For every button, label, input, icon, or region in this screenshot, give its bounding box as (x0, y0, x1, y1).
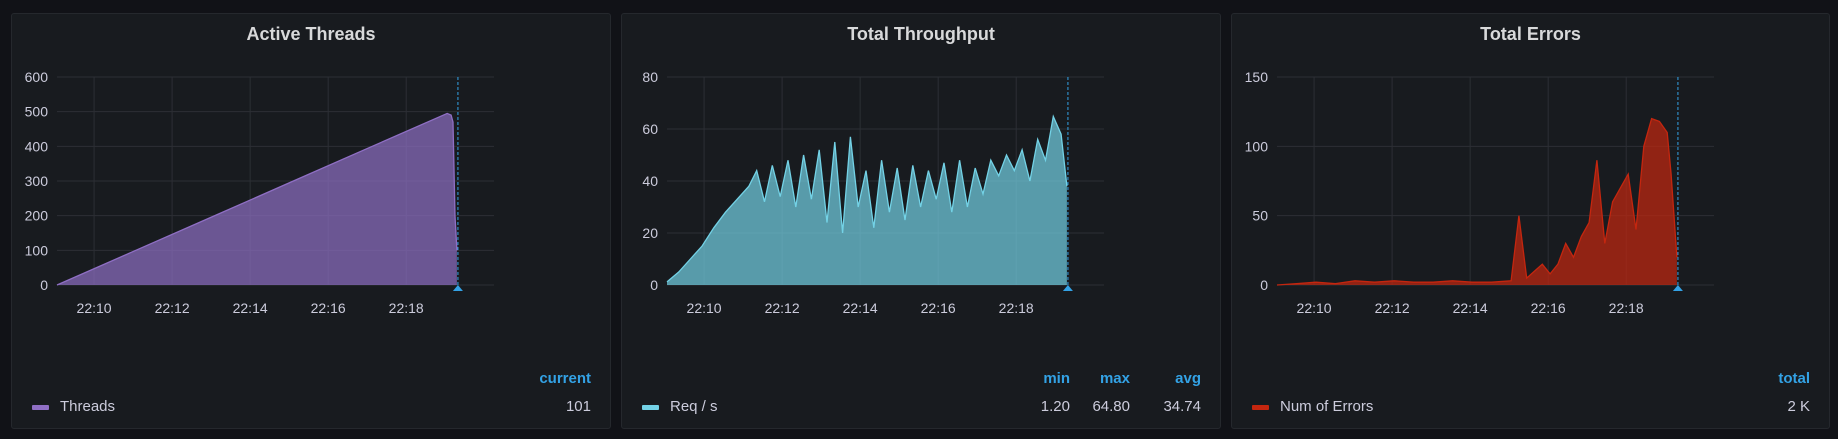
x-tick-label: 22:14 (1453, 300, 1488, 316)
x-tick-label: 22:12 (155, 300, 190, 316)
legend-row[interactable]: Threads 101 (12, 396, 610, 420)
y-tick-label: 80 (642, 69, 658, 85)
x-tick-label: 22:10 (687, 300, 722, 316)
legend-value-max: 64.80 (1092, 398, 1130, 415)
y-tick-label: 600 (25, 69, 49, 85)
legend-header-total[interactable]: total (1778, 370, 1810, 387)
chart-active-threads: 0 100 200 300 400 500 600 22:10 22:12 22:14 22:16 2… (25, 69, 494, 316)
y-tick-label: 300 (25, 173, 49, 189)
legend-header-avg[interactable]: avg (1175, 370, 1201, 387)
legend-row[interactable]: Req / s 1.20 64.80 34.74 (622, 396, 1220, 420)
y-tick-label: 0 (1260, 277, 1268, 293)
y-tick-label: 0 (40, 277, 48, 293)
legend-series-label[interactable]: Num of Errors (1280, 398, 1373, 415)
y-tick-label: 40 (642, 173, 658, 189)
legend-header-max[interactable]: max (1100, 370, 1130, 387)
legend-swatch (1252, 405, 1269, 410)
legend-swatch (642, 405, 659, 410)
time-marker-triangle (1062, 285, 1073, 291)
y-tick-label: 60 (642, 121, 658, 137)
x-tick-label: 22:16 (311, 300, 346, 316)
panel-total-errors[interactable]: Total Errors 0 50 100 150 22:10 22:12 22:14 22:… (1231, 13, 1830, 429)
legend-series-label[interactable]: Threads (60, 398, 115, 415)
x-tick-label: 22:16 (1531, 300, 1566, 316)
series-area (1277, 118, 1677, 285)
legend-value-avg: 34.74 (1163, 398, 1201, 415)
x-tick-label: 22:10 (1297, 300, 1332, 316)
panel-active-threads[interactable]: Active Threads 0 100 200 300 400 500 600 22:10 2… (11, 13, 611, 429)
y-tick-label: 100 (1245, 138, 1269, 154)
legend-header-min[interactable]: min (1043, 370, 1070, 387)
x-tick-label: 22:10 (77, 300, 112, 316)
x-tick-label: 22:14 (843, 300, 878, 316)
chart-total-throughput: 0 20 40 60 80 22:10 22:12 22:14 22:16 22:18 (642, 69, 1104, 316)
legend-series-label[interactable]: Req / s (670, 398, 718, 415)
y-tick-label: 50 (1252, 208, 1268, 224)
x-tick-label: 22:18 (1609, 300, 1644, 316)
chart-total-errors: 0 50 100 150 22:10 22:12 22:14 22:16 22:18 (1245, 69, 1714, 316)
y-tick-label: 500 (25, 104, 49, 120)
legend-row[interactable]: Num of Errors 2 K (1232, 396, 1829, 420)
legend-value-total: 2 K (1787, 398, 1810, 415)
time-marker-triangle (452, 285, 463, 291)
x-tick-label: 22:12 (1375, 300, 1410, 316)
legend-value-min: 1.20 (1040, 398, 1070, 415)
y-tick-label: 0 (650, 277, 658, 293)
panel-total-throughput[interactable]: Total Throughput 0 20 40 60 80 22:10 22:12 22:1… (621, 13, 1221, 429)
x-tick-label: 22:16 (921, 300, 956, 316)
x-tick-label: 22:18 (389, 300, 424, 316)
x-tick-label: 22:18 (999, 300, 1034, 316)
legend-header-current[interactable]: current (539, 370, 591, 387)
x-tick-label: 22:12 (765, 300, 800, 316)
legend-swatch (32, 405, 49, 410)
y-tick-label: 150 (1245, 69, 1269, 85)
time-marker-triangle (1672, 285, 1683, 291)
y-tick-label: 100 (25, 242, 49, 258)
legend-value-current: 101 (565, 398, 591, 415)
y-tick-label: 20 (642, 225, 658, 241)
y-tick-label: 200 (25, 208, 49, 224)
y-tick-label: 400 (25, 138, 49, 154)
x-tick-label: 22:14 (233, 300, 268, 316)
series-area (667, 116, 1067, 285)
